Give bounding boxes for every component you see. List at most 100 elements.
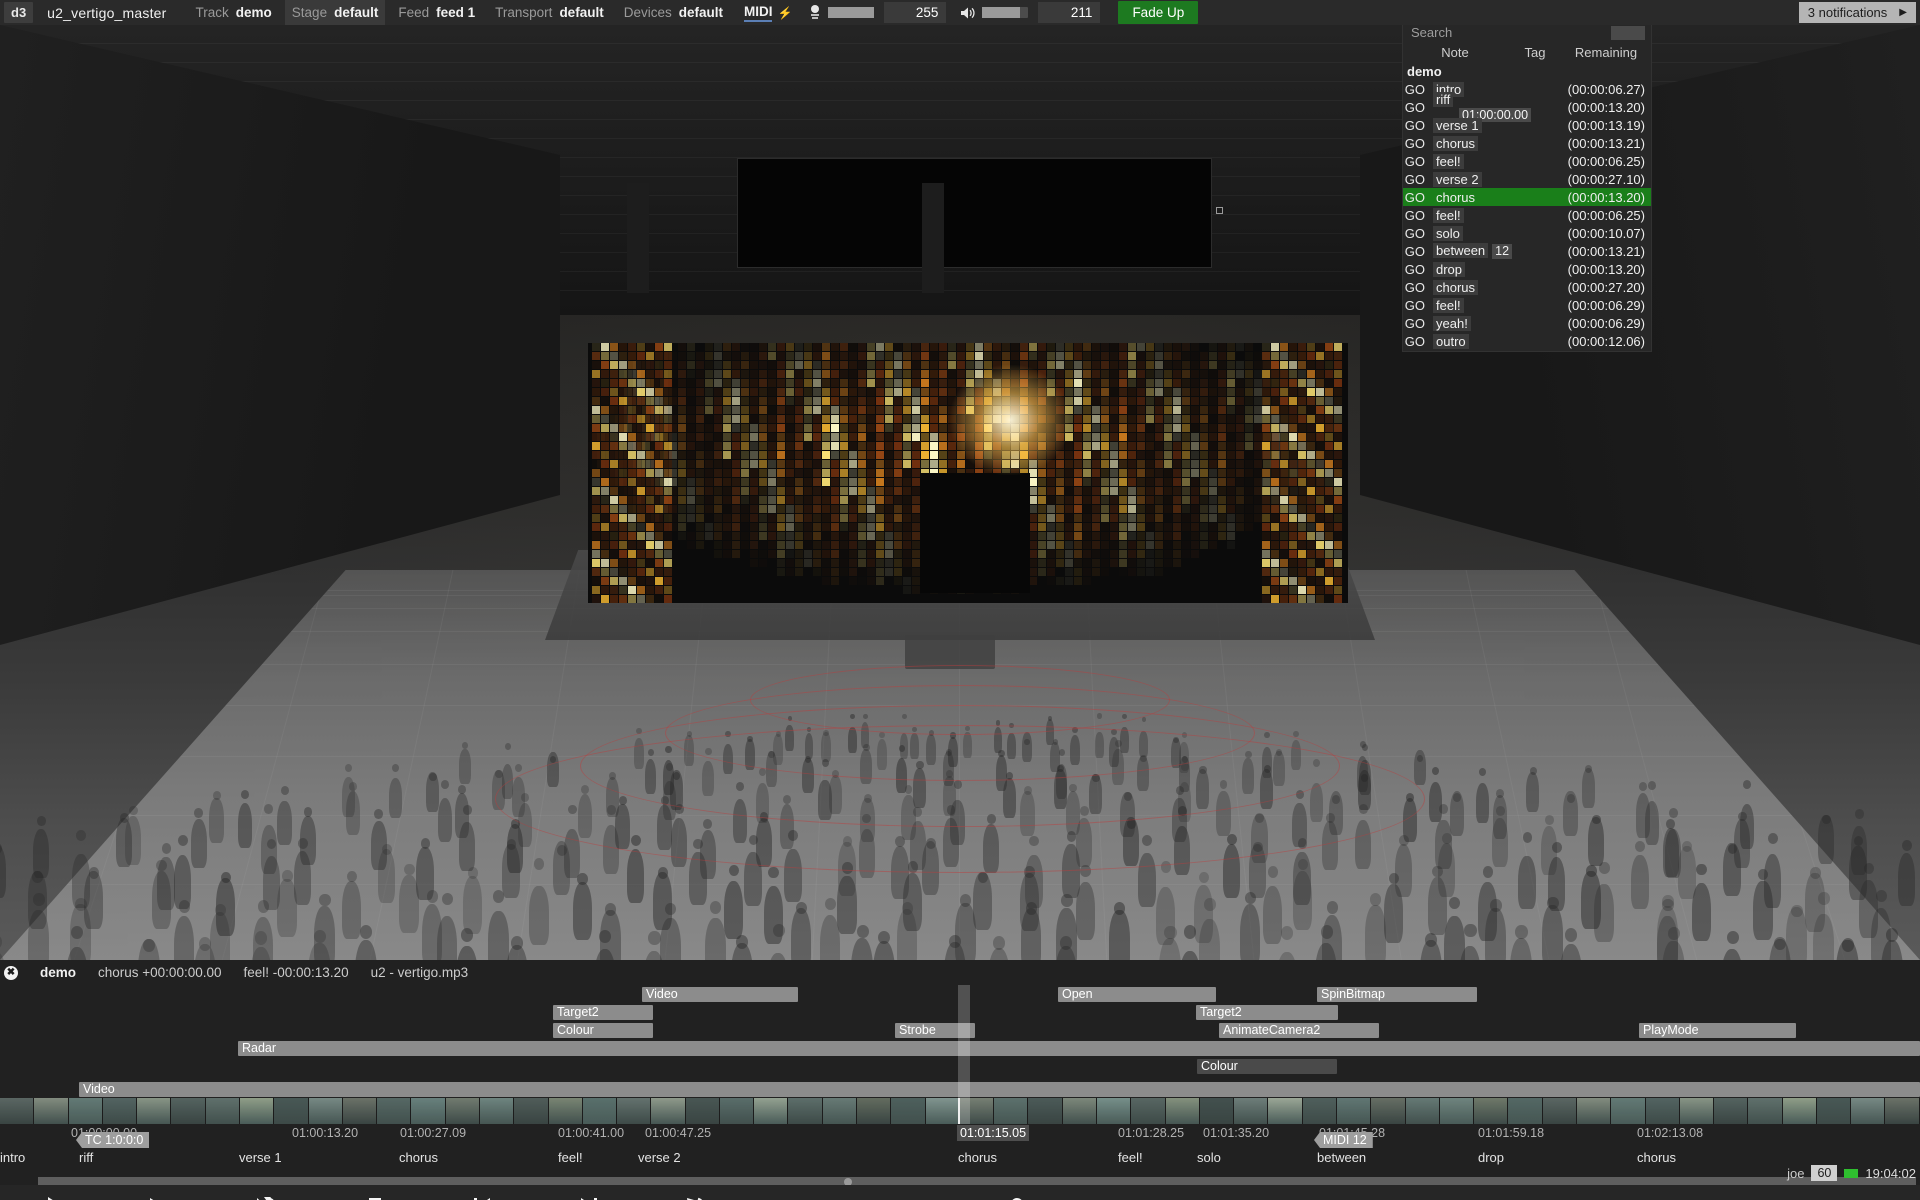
next-button[interactable] (535, 1185, 642, 1200)
fade-up-button[interactable]: Fade Up (1118, 1, 1198, 24)
project-name[interactable]: u2_vertigo_master (47, 5, 166, 21)
close-icon[interactable]: ✖ (4, 966, 18, 980)
brightness-slider[interactable] (828, 7, 874, 18)
volume-value[interactable]: 211 (1038, 2, 1100, 23)
cue-note-label[interactable]: outro (1433, 334, 1469, 349)
timeline-clip[interactable]: Colour (1197, 1059, 1337, 1074)
cue-go-label[interactable]: GO (1403, 172, 1433, 187)
timeline-cue-label[interactable]: riff (79, 1150, 93, 1165)
cue-row[interactable]: GObetween12(00:00:13.21) (1403, 242, 1651, 260)
cue-note-label[interactable]: drop (1433, 262, 1465, 277)
cue-row[interactable]: GOverse 1(00:00:13.19) (1403, 116, 1651, 134)
timeline-clip[interactable]: AnimateCamera2 (1219, 1023, 1379, 1038)
cue-row[interactable]: GOriff01:00:00.00(00:00:13.20) (1403, 98, 1651, 116)
menu-track[interactable]: Track demo (189, 0, 279, 25)
cue-row[interactable]: GOchorus(00:00:27.20) (1403, 278, 1651, 296)
timeline-cue-label[interactable]: verse 2 (638, 1150, 681, 1165)
cue-note-label[interactable]: feel! (1433, 154, 1464, 169)
cue-row[interactable]: GOfeel!(00:00:06.29) (1403, 296, 1651, 314)
cue-note-label[interactable]: riff (1433, 92, 1453, 107)
cue-go-label[interactable]: GO (1403, 190, 1433, 205)
cue-go-label[interactable]: GO (1403, 118, 1433, 133)
cue-set-list-panel[interactable]: ● Cue Set List Search Note Tag Remaining… (1402, 0, 1652, 352)
cue-note-label[interactable]: yeah! (1433, 316, 1471, 331)
cue-row[interactable]: GOchorus(00:00:13.21) (1403, 134, 1651, 152)
cue-go-label[interactable]: GO (1403, 82, 1433, 97)
volume-slider[interactable] (982, 7, 1028, 18)
timeline-flag-marker[interactable]: TC 1:0:0:0 (76, 1132, 149, 1148)
stop-button[interactable] (321, 1185, 428, 1200)
cue-note-label[interactable]: verse 2 (1433, 172, 1482, 187)
cue-row[interactable]: GOsolo(00:00:10.07) (1403, 224, 1651, 242)
cue-tag-label[interactable]: 12 (1492, 244, 1512, 259)
cue-row[interactable]: GOdrop(00:00:13.20) (1403, 260, 1651, 278)
timeline-cue-label[interactable]: chorus (1637, 1150, 1676, 1165)
timeline-cue-label[interactable]: between (1317, 1150, 1366, 1165)
return-button[interactable] (642, 1185, 749, 1200)
cue-search-row[interactable]: Search (1403, 25, 1651, 43)
cue-note-label[interactable]: solo (1433, 226, 1463, 241)
cue-note-label[interactable]: between (1433, 243, 1488, 258)
cue-down-button[interactable] (856, 1185, 963, 1200)
cue-search-input[interactable] (1611, 26, 1645, 40)
timeline-clip[interactable]: Video (642, 987, 798, 1002)
cue-row[interactable]: GOfeel!(00:00:06.25) (1403, 152, 1651, 170)
timeline-cue-label[interactable]: verse 1 (239, 1150, 282, 1165)
cue-go-label[interactable]: GO (1403, 100, 1433, 115)
play-cue-button[interactable] (107, 1185, 214, 1200)
cue-go-label[interactable]: GO (1403, 226, 1433, 241)
timeline-cue-markers[interactable]: TC 1:0:0:0 MIDI 12 intro riff verse 1 chorus f… (0, 1132, 1920, 1170)
cue-row[interactable]: GOoutro(00:00:12.06) (1403, 332, 1651, 350)
cue-go-label[interactable]: GO (1403, 244, 1433, 259)
timeline-clip[interactable]: Target2 (1196, 1005, 1338, 1020)
timeline-cue-label[interactable]: feel! (1118, 1150, 1143, 1165)
cue-up-button[interactable] (749, 1185, 856, 1200)
cue-go-label[interactable]: GO (1403, 334, 1433, 349)
cue-go-label[interactable]: GO (1403, 208, 1433, 223)
brightness-value[interactable]: 255 (884, 2, 946, 23)
cue-go-label[interactable]: GO (1403, 298, 1433, 313)
timeline-clip[interactable]: Open (1058, 987, 1216, 1002)
cue-note-label[interactable]: verse 1 (1433, 118, 1482, 133)
timeline-panel[interactable]: ✖ demo chorus +00:00:00.00 feel! -00:00:… (0, 960, 1920, 1200)
timeline-layers[interactable]: VideoOpenSpinBitmapTarget2Target2ColourS… (0, 985, 1920, 1082)
timeline-clip[interactable]: Colour (553, 1023, 653, 1038)
menu-stage[interactable]: Stage default (285, 0, 386, 25)
timeline-clip[interactable]: Target2 (553, 1005, 653, 1020)
cue-row[interactable]: GOchorus(00:00:13.20) (1403, 188, 1651, 206)
timeline-clip[interactable]: Radar (238, 1041, 1920, 1056)
menu-feed[interactable]: Feed feed 1 (391, 0, 482, 25)
cue-note-label[interactable]: feel! (1433, 208, 1464, 223)
loop-button[interactable] (214, 1185, 321, 1200)
cue-go-label[interactable]: GO (1403, 316, 1433, 331)
timeline-cue-label[interactable]: feel! (558, 1150, 583, 1165)
timeline-cue-label[interactable]: chorus (958, 1150, 997, 1165)
play-button[interactable] (0, 1185, 107, 1200)
cue-note-label[interactable]: chorus (1433, 190, 1478, 205)
video-layer-clip[interactable]: Video (79, 1082, 1920, 1097)
playhead[interactable] (958, 985, 970, 1082)
timeline-ruler[interactable]: Video01:00:00.0001:00:13.2001:00:27.0901… (0, 1082, 1920, 1132)
cue-note-label[interactable]: chorus (1433, 136, 1478, 151)
selection-gizmo[interactable] (1216, 207, 1223, 214)
timeline-clip[interactable]: SpinBitmap (1317, 987, 1477, 1002)
cue-note-label[interactable]: chorus (1433, 280, 1478, 295)
cue-row[interactable]: GOverse 2(00:00:27.10) (1403, 170, 1651, 188)
menu-transport[interactable]: Transport default (488, 0, 611, 25)
record-button[interactable] (963, 1185, 1070, 1200)
menu-devices[interactable]: Devices default (617, 0, 730, 25)
timeline-cue-label[interactable]: solo (1197, 1150, 1221, 1165)
timeline-cue-label[interactable]: chorus (399, 1150, 438, 1165)
previous-button[interactable] (428, 1185, 535, 1200)
timeline-cue-label[interactable]: intro (0, 1150, 25, 1165)
cue-go-label[interactable]: GO (1403, 136, 1433, 151)
timeline-flag-marker[interactable]: MIDI 12 (1314, 1132, 1373, 1148)
timeline-cue-label[interactable]: drop (1478, 1150, 1504, 1165)
cue-go-label[interactable]: GO (1403, 262, 1433, 277)
cue-row[interactable]: GOfeel!(00:00:06.25) (1403, 206, 1651, 224)
notifications-badge[interactable]: 3 notifications ▶ (1799, 2, 1916, 23)
cue-row[interactable]: GOyeah!(00:00:06.29) (1403, 314, 1651, 332)
cue-go-label[interactable]: GO (1403, 154, 1433, 169)
midi-indicator[interactable]: MIDI ⚡ (744, 4, 792, 22)
cue-go-label[interactable]: GO (1403, 280, 1433, 295)
